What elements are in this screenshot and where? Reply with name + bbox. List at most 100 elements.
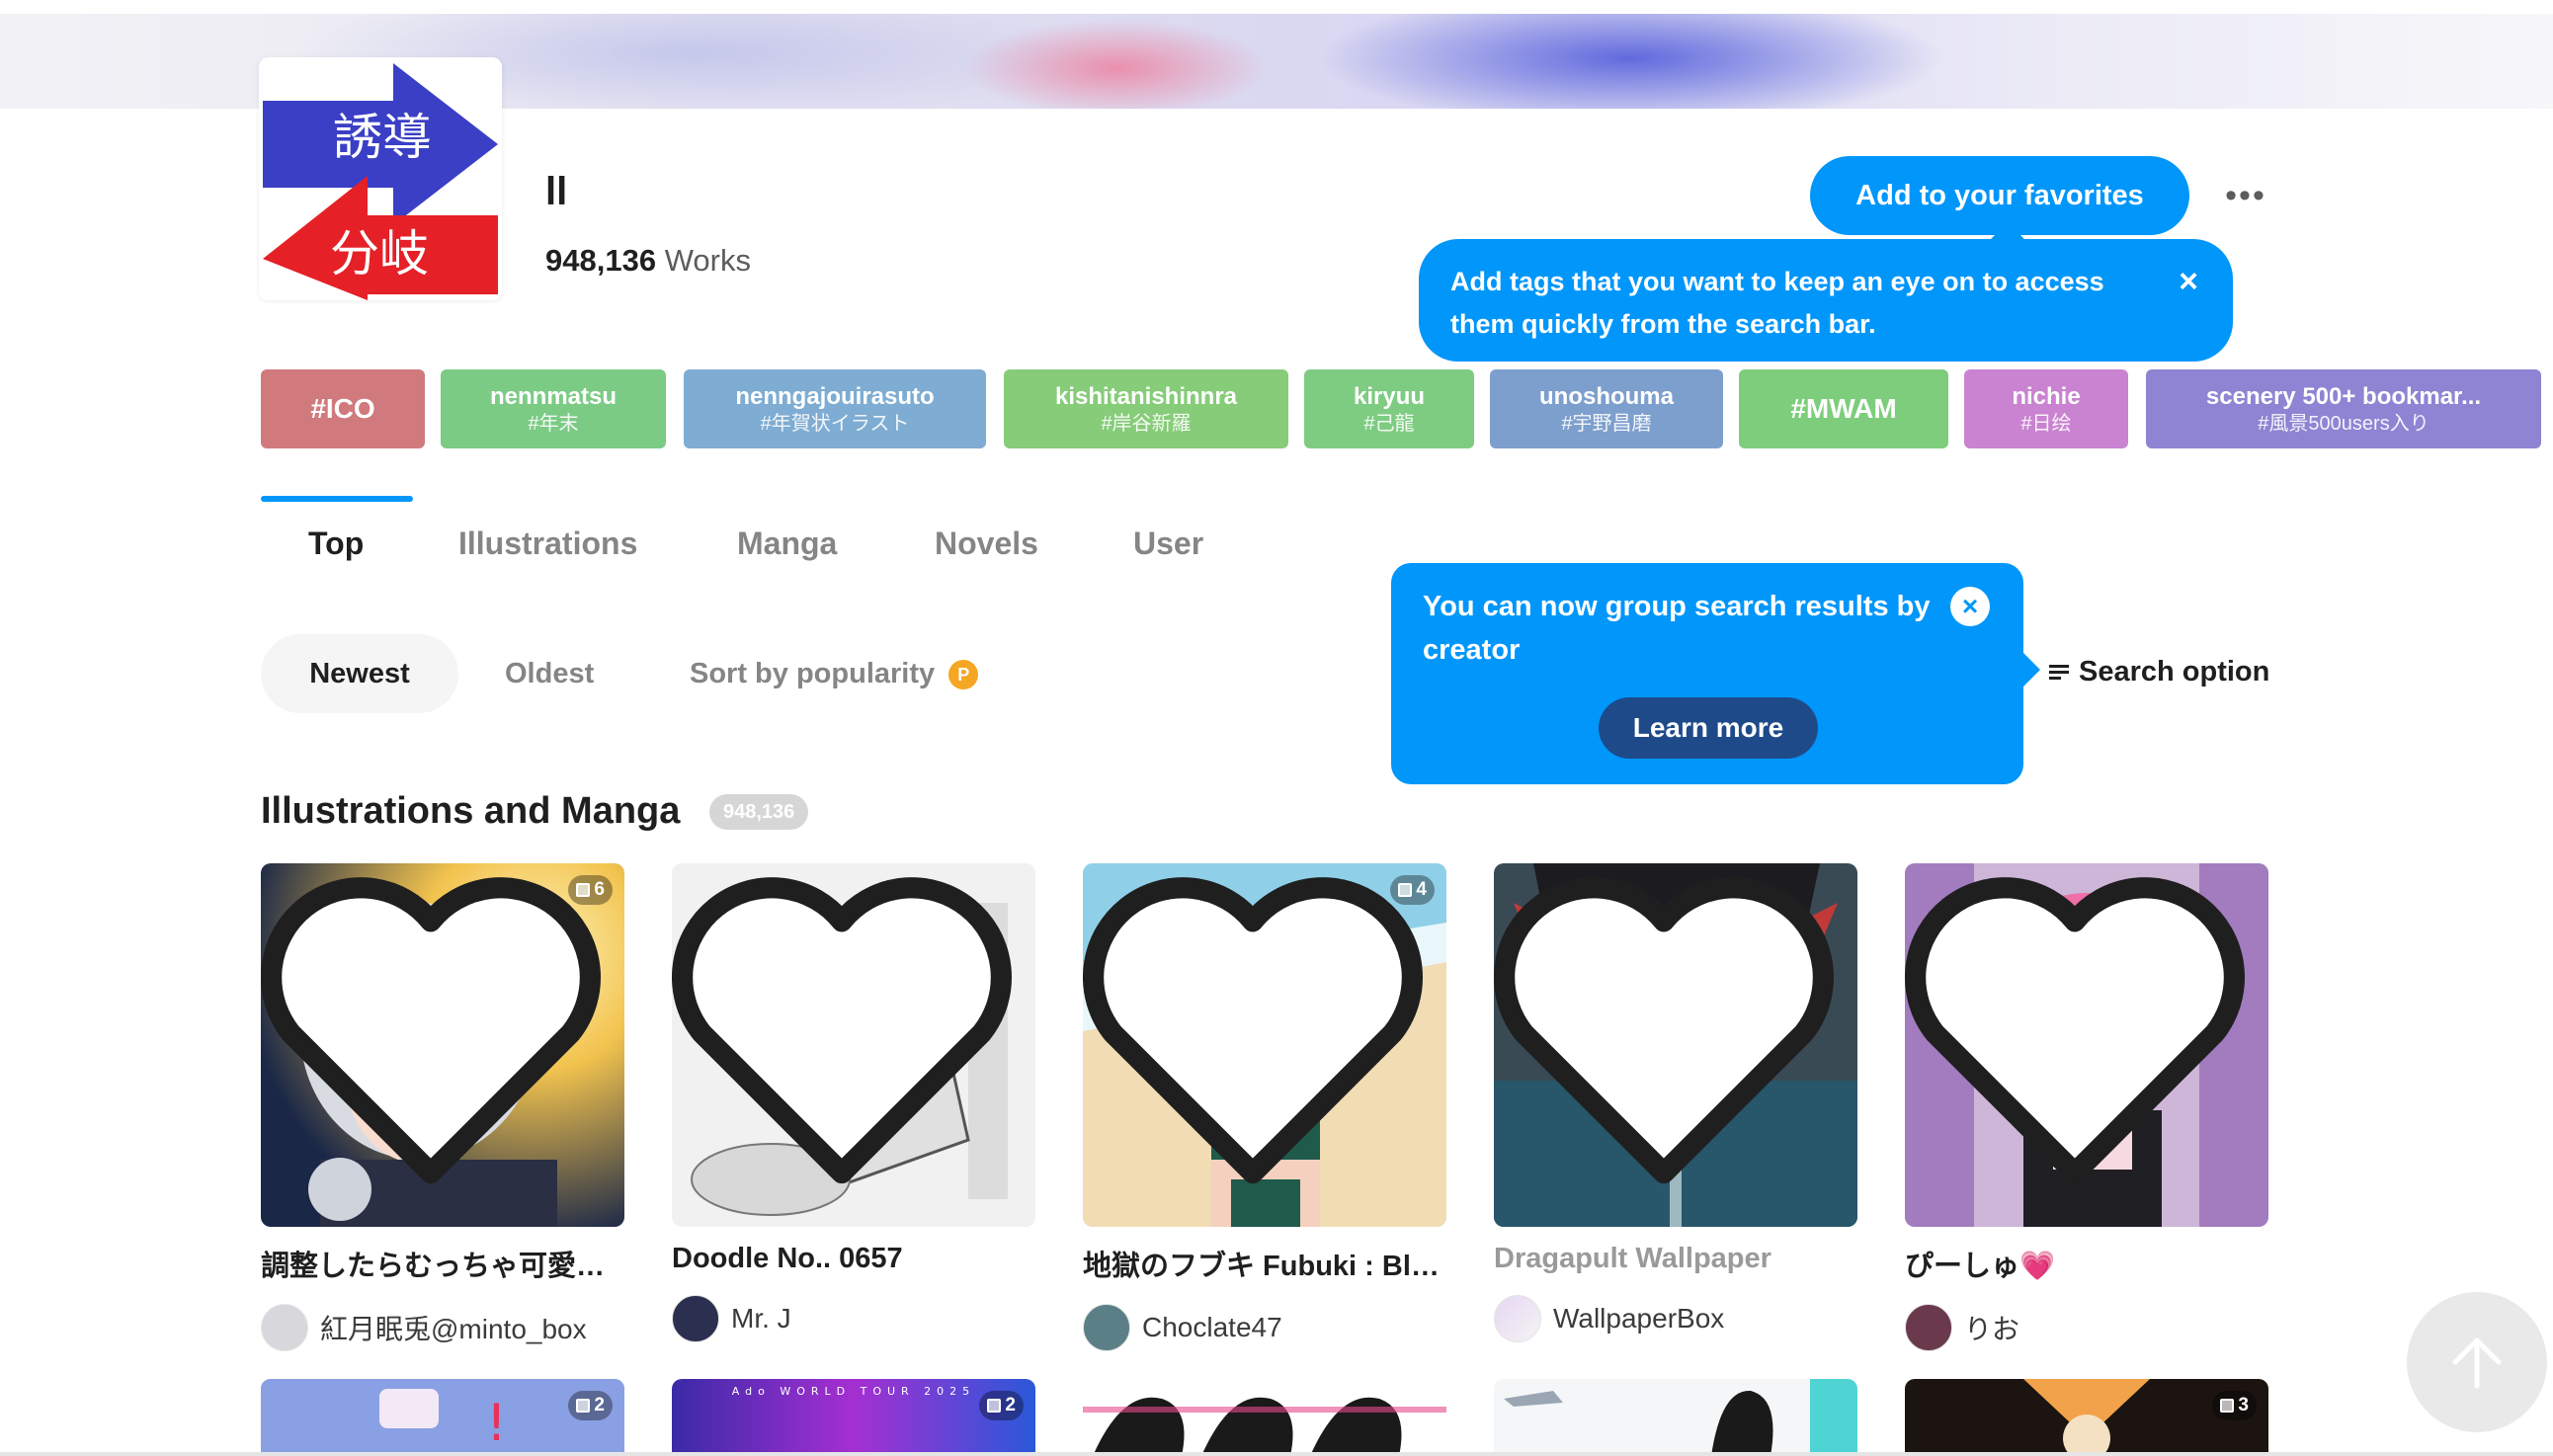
related-tag-japanese: #岸谷新羅	[1101, 413, 1192, 435]
work-title[interactable]: Doodle No.. 0657	[672, 1243, 1035, 1275]
avatar[interactable]	[261, 1304, 308, 1351]
work-thumbnail[interactable]	[1905, 1379, 2268, 1456]
favorites-tooltip-close-icon[interactable]: ×	[2174, 265, 2203, 298]
author-name[interactable]: WallpaperBox	[1553, 1303, 1724, 1335]
related-tag-chip[interactable]: #ICO	[261, 369, 425, 448]
bottom-divider	[0, 1452, 2553, 1456]
work-card[interactable]: ぴーしゅ💗 りお	[1905, 863, 2268, 1351]
sort-newest-button[interactable]: Newest	[261, 634, 458, 713]
author-name[interactable]: 紅月眠兎@minto_box	[320, 1308, 587, 1347]
tab-illustrations[interactable]: Illustrations	[458, 526, 637, 562]
work-author[interactable]: Mr. J	[672, 1295, 1035, 1342]
active-tab-indicator	[261, 496, 413, 502]
tab-top[interactable]: Top	[308, 526, 364, 562]
related-tag-japanese: #年賀状イラスト	[760, 413, 910, 435]
related-tag-label: #MWAM	[1790, 393, 1897, 424]
work-title[interactable]: ぴーしゅ💗	[1905, 1243, 2268, 1284]
work-card[interactable]: Ado WORLD TOUR 2025 2	[672, 1379, 1035, 1456]
avatar[interactable]	[1083, 1304, 1130, 1351]
related-tag-japanese: #宇野昌磨	[1561, 413, 1652, 435]
like-heart-icon[interactable]	[1494, 863, 1846, 1215]
work-thumbnail[interactable]: Ado WORLD TOUR 2025	[672, 1379, 1035, 1456]
related-tag-label: nichie	[2012, 383, 2081, 410]
ado-tour-text: Ado WORLD TOUR 2025	[732, 1385, 975, 1398]
work-title[interactable]: Dragapult Wallpaper	[1494, 1243, 1857, 1275]
related-tag-chip[interactable]: nenngajouirasuto #年賀状イラスト	[684, 369, 986, 448]
related-tag-chip[interactable]: kishitanishinnra #岸谷新羅	[1004, 369, 1288, 448]
like-heart-icon[interactable]	[1083, 863, 1435, 1215]
related-tag-chip[interactable]: scenery 500+ bookmar... #風景500users入り	[2146, 369, 2541, 448]
tab-user[interactable]: User	[1133, 526, 1203, 562]
group-results-tooltip-close-icon[interactable]: ×	[1950, 587, 1990, 626]
work-title[interactable]: 地獄のフブキ Fubuki : Bliz...	[1083, 1243, 1446, 1284]
work-thumbnail[interactable]: 4	[1083, 863, 1446, 1227]
author-name[interactable]: Mr. J	[731, 1303, 791, 1335]
arrow-up-icon	[2452, 1337, 2502, 1389]
sort-popularity-label: Sort by popularity	[690, 658, 936, 689]
related-tag-label: #ICO	[310, 393, 375, 424]
work-thumbnail[interactable]	[1083, 1379, 1446, 1456]
work-card[interactable]: 3	[1905, 1379, 2268, 1456]
related-tag-chip[interactable]: nennmatsu #年末	[441, 369, 666, 448]
logo-bottom-text: 分岐	[330, 225, 429, 283]
avatar[interactable]	[1494, 1295, 1541, 1342]
filter-lines-icon	[2049, 662, 2069, 683]
add-to-favorites-button[interactable]: Add to your favorites	[1810, 156, 2189, 235]
svg-text:!: !	[486, 1394, 507, 1453]
related-tag-chip[interactable]: #MWAM	[1739, 369, 1948, 448]
related-tag-chip[interactable]: unoshouma #宇野昌磨	[1490, 369, 1723, 448]
search-option-button[interactable]: Search option	[2049, 656, 2269, 688]
work-author[interactable]: 紅月眠兎@minto_box	[261, 1304, 624, 1351]
related-tag-chip[interactable]: kiryuu #己龍	[1304, 369, 1474, 448]
like-heart-icon[interactable]	[261, 863, 613, 1215]
work-card[interactable]: 4 地獄のフブキ Fubuki : Bliz... Choclate47	[1083, 863, 1446, 1351]
work-thumbnail[interactable]	[1494, 1379, 1857, 1456]
work-card[interactable]	[1494, 1379, 1857, 1456]
work-card[interactable]: 6 調整したらむっちゃ可愛い... 紅月眠兎@minto_box	[261, 863, 624, 1351]
like-heart-icon[interactable]	[672, 863, 1024, 1215]
related-tag-label: unoshouma	[1539, 383, 1674, 410]
related-tag-japanese: #日绘	[2020, 413, 2072, 435]
work-card[interactable]: Doodle No.. 0657 Mr. J	[672, 863, 1035, 1342]
sort-popularity-button[interactable]: Sort by popularity P	[690, 658, 979, 690]
scroll-to-top-button[interactable]	[2407, 1292, 2547, 1432]
pages-icon	[987, 1399, 1002, 1413]
work-card[interactable]: ! 2	[261, 1379, 624, 1456]
tag-thumbnail: 誘導 分岐	[259, 57, 502, 300]
related-tag-label: nenngajouirasuto	[735, 383, 935, 410]
work-card[interactable]	[1083, 1379, 1446, 1456]
avatar[interactable]	[672, 1295, 719, 1342]
tab-novels[interactable]: Novels	[935, 526, 1038, 562]
work-author[interactable]: りお	[1905, 1304, 2268, 1351]
related-tag-label: scenery 500+ bookmar...	[2205, 383, 2482, 410]
work-thumbnail[interactable]	[1494, 863, 1857, 1227]
author-name[interactable]: Choclate47	[1142, 1312, 1282, 1343]
related-tag-chip[interactable]: nichie #日绘	[1964, 369, 2128, 448]
tab-manga[interactable]: Manga	[737, 526, 837, 562]
related-tag-label: kishitanishinnra	[1054, 383, 1238, 410]
favorites-tooltip-text: Add tags that you want to keep an eye on…	[1450, 267, 2104, 339]
premium-badge-icon: P	[948, 660, 979, 690]
work-author[interactable]: WallpaperBox	[1494, 1295, 1857, 1342]
work-thumbnail[interactable]	[672, 863, 1035, 1227]
logo-top-text: 誘導	[333, 109, 432, 166]
pages-icon	[576, 1399, 591, 1413]
work-thumbnail[interactable]	[1905, 863, 2268, 1227]
author-name[interactable]: りお	[1964, 1308, 2019, 1347]
avatar[interactable]	[1905, 1304, 1952, 1351]
related-tag-japanese: #年末	[528, 413, 579, 435]
work-thumbnail[interactable]: 6	[261, 863, 624, 1227]
work-thumbnail[interactable]: !	[261, 1379, 624, 1456]
related-tag-label: kiryuu	[1353, 383, 1426, 410]
like-heart-icon[interactable]	[1905, 863, 2257, 1215]
learn-more-button[interactable]: Learn more	[1599, 697, 1818, 759]
group-results-tooltip: You can now group search results by crea…	[1391, 563, 2023, 784]
sort-oldest-button[interactable]: Oldest	[505, 658, 594, 690]
section-count-badge: 948,136	[709, 794, 809, 830]
favorites-tooltip: Add tags that you want to keep an eye on…	[1419, 239, 2233, 362]
related-tag-japanese: #己龍	[1363, 413, 1415, 435]
more-options-button[interactable]: •••	[2219, 176, 2272, 215]
work-card[interactable]: Dragapult Wallpaper WallpaperBox	[1494, 863, 1857, 1342]
work-author[interactable]: Choclate47	[1083, 1304, 1446, 1351]
work-title[interactable]: 調整したらむっちゃ可愛い...	[261, 1243, 624, 1284]
